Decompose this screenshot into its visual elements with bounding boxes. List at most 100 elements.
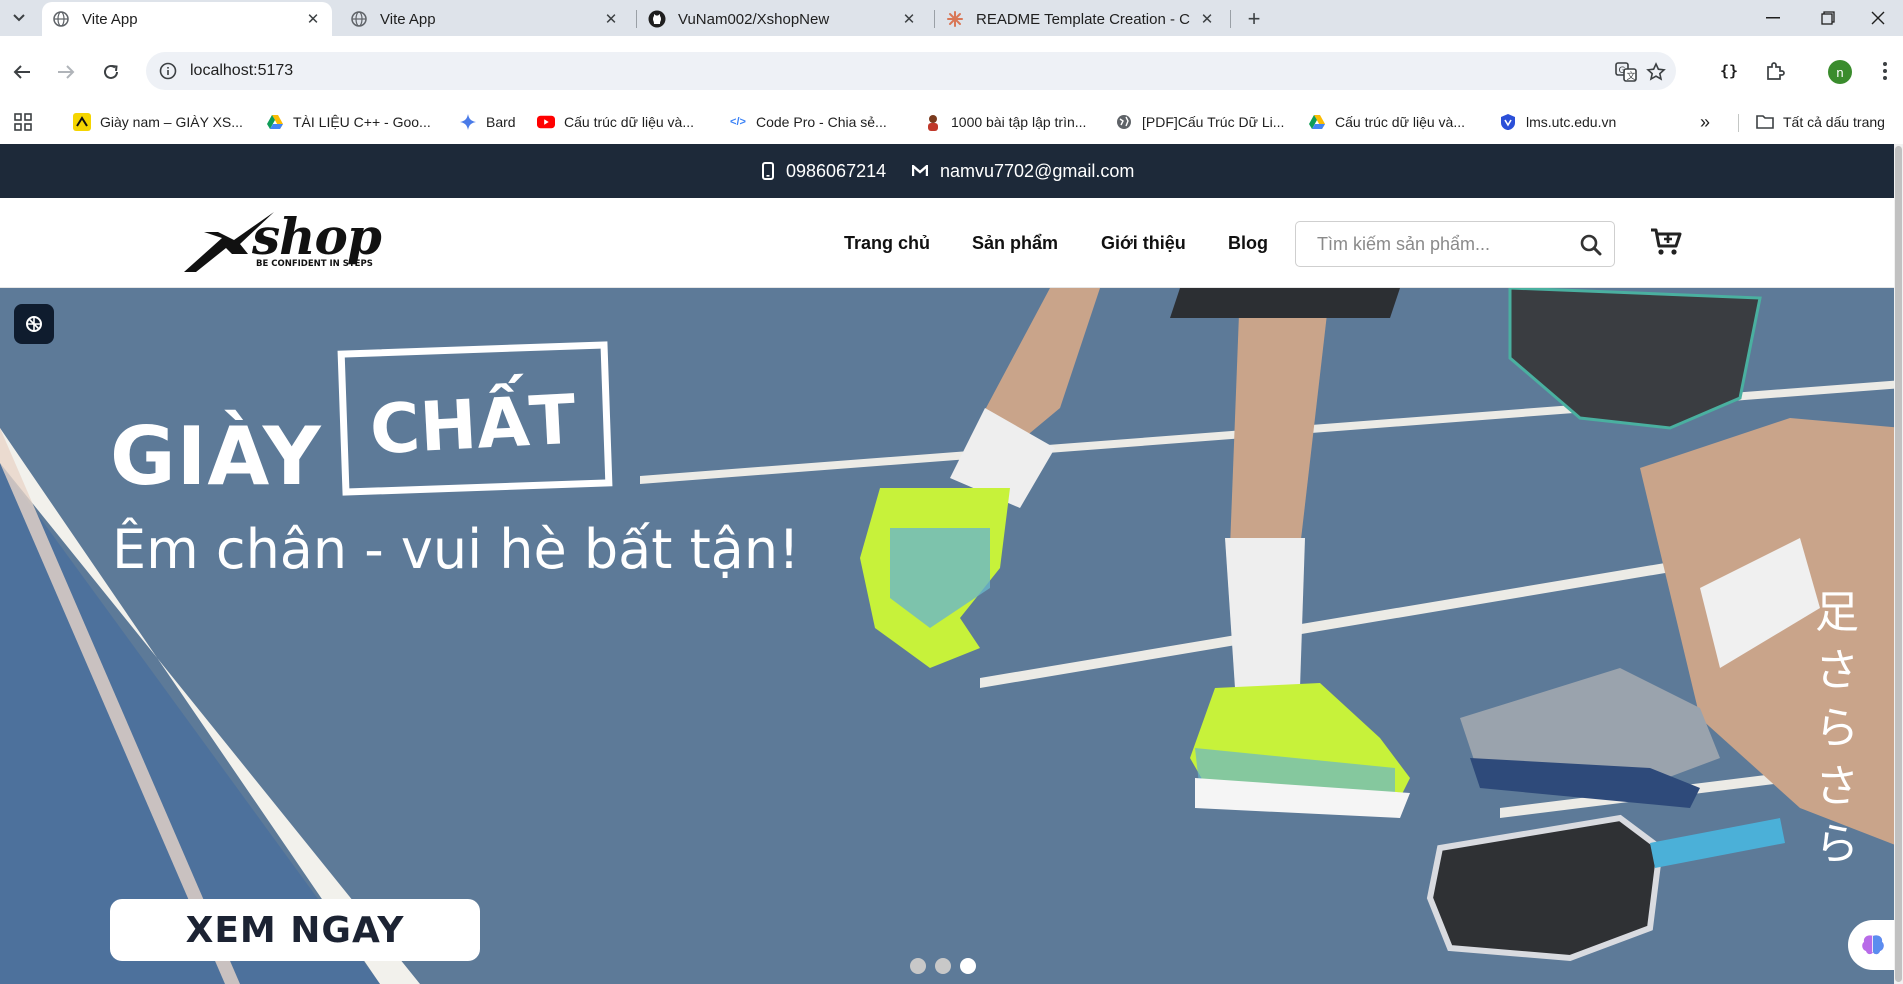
- bookmark-bard[interactable]: Bard: [459, 110, 516, 134]
- phone-number: 0986067214: [786, 160, 887, 181]
- contact-phone[interactable]: 0986067214: [762, 144, 886, 198]
- close-tab-icon[interactable]: ✕: [900, 10, 918, 28]
- bookmark-cau-truc-drive[interactable]: Cấu trúc dữ liệu và...: [1308, 110, 1465, 134]
- new-tab-button[interactable]: +: [1240, 5, 1268, 33]
- hero-subtitle: Êm chân - vui hè bất tận!: [112, 518, 800, 581]
- minimize-button[interactable]: [1745, 0, 1801, 36]
- slider-dot-1[interactable]: [910, 958, 926, 974]
- bookmark-label: Code Pro - Chia sẻ...: [756, 114, 887, 130]
- slider-dot-3-active[interactable]: [960, 958, 976, 974]
- bookmark-label: TÀI LIỆU C++ - Goo...: [293, 114, 431, 130]
- nav-about[interactable]: Giới thiệu: [1101, 198, 1186, 288]
- bookmark-label: Bard: [486, 114, 516, 130]
- xshop-logo[interactable]: shop BE CONFIDENT IN STEPS: [182, 207, 406, 276]
- tab-readme-template[interactable]: README Template Creation - C ✕: [936, 2, 1226, 36]
- bookmark-pdf-cau-truc[interactable]: [PDF]Cấu Trúc Dữ Li...: [1115, 110, 1284, 134]
- slider-dot-2[interactable]: [935, 958, 951, 974]
- forward-button[interactable]: [50, 56, 82, 88]
- contact-topbar: 0986067214 namvu7702@gmail.com: [0, 144, 1903, 198]
- close-tab-icon[interactable]: ✕: [1198, 10, 1216, 28]
- ai-assistant-button[interactable]: [1848, 920, 1898, 970]
- more-bookmarks-chevron-icon[interactable]: »: [1700, 110, 1710, 134]
- brain-color-icon: [1862, 935, 1884, 955]
- github-icon: [648, 10, 666, 28]
- bookmark-cau-truc-youtube[interactable]: Cấu trúc dữ liệu và...: [537, 110, 694, 134]
- close-window-button[interactable]: [1850, 0, 1903, 36]
- url-text: localhost:5173: [190, 62, 294, 79]
- arrow-left-icon: [13, 65, 30, 79]
- bookmark-giay-nam[interactable]: Giày nam – GIÀY XS...: [73, 110, 243, 134]
- reload-button[interactable]: [95, 56, 127, 88]
- globe-icon: [1115, 113, 1133, 131]
- page-scrollbar[interactable]: [1894, 144, 1903, 984]
- reload-icon: [104, 64, 118, 79]
- close-tab-icon[interactable]: ✕: [304, 10, 322, 28]
- bookmark-lms-utc[interactable]: lms.utc.edu.vn: [1499, 110, 1616, 134]
- cart-icon[interactable]: [1648, 224, 1684, 260]
- profile-avatar[interactable]: n: [1828, 60, 1852, 84]
- contact-email[interactable]: namvu7702@gmail.com: [912, 144, 1134, 198]
- bookmark-label: Cấu trúc dữ liệu và...: [1335, 114, 1465, 130]
- extensions-puzzle-icon[interactable]: [1760, 56, 1790, 86]
- bookmark-star-icon[interactable]: [1644, 60, 1668, 84]
- apps-grid-icon[interactable]: [14, 110, 32, 134]
- hero-title-word: GIÀY: [110, 410, 322, 503]
- folder-icon: [1756, 113, 1774, 131]
- brain-widget-button[interactable]: [14, 304, 54, 344]
- bookmark-label: lms.utc.edu.vn: [1526, 114, 1617, 130]
- all-bookmarks-folder[interactable]: Tất cả dấu trang: [1756, 110, 1885, 134]
- close-icon: [1871, 11, 1885, 25]
- chevron-down-icon: [13, 14, 25, 22]
- tab-divider: [636, 10, 637, 28]
- hero-boxed-word: CHẤT: [368, 380, 578, 471]
- json-extension-icon[interactable]: {}: [1714, 56, 1744, 86]
- bookmark-code-pro[interactable]: </> Code Pro - Chia sẻ...: [729, 110, 887, 134]
- browser-toolbar: localhost:5173 G文 {} n: [0, 36, 1903, 108]
- scrollbar-thumb[interactable]: [1895, 146, 1902, 982]
- site-info-icon[interactable]: [156, 59, 180, 83]
- bookmark-tai-lieu-cpp[interactable]: TÀI LIỆU C++ - Goo...: [266, 110, 431, 134]
- minimize-icon: [1766, 17, 1780, 19]
- google-drive-icon: [266, 113, 284, 131]
- bookmark-1000-bai-tap[interactable]: 1000 bài tập lập trìn...: [924, 110, 1086, 134]
- bookmark-label: Tất cả dấu trang: [1783, 114, 1885, 130]
- tab-divider: [934, 10, 935, 28]
- restore-button[interactable]: [1800, 0, 1856, 36]
- xshop-favicon: [73, 113, 91, 131]
- svg-text:文: 文: [1627, 70, 1636, 82]
- search-icon[interactable]: [1578, 232, 1604, 258]
- more-menu-icon[interactable]: [1870, 56, 1900, 86]
- globe-icon: [52, 10, 70, 28]
- tab-vite-app-active[interactable]: Vite App ✕: [42, 2, 332, 36]
- close-tab-icon[interactable]: ✕: [602, 10, 620, 28]
- back-button[interactable]: [6, 56, 38, 88]
- tab-title: VuNam002/XshopNew: [678, 10, 830, 28]
- tab-title: README Template Creation - C: [976, 10, 1190, 28]
- nav-products[interactable]: Sản phẩm: [972, 198, 1058, 288]
- tab-github-xshopnew[interactable]: VuNam002/XshopNew ✕: [638, 2, 928, 36]
- address-bar[interactable]: localhost:5173 G文: [146, 52, 1676, 90]
- tab-vite-app[interactable]: Vite App ✕: [340, 2, 630, 36]
- phone-icon: [762, 162, 774, 180]
- tab-title: Vite App: [82, 10, 138, 28]
- site-header: shop BE CONFIDENT IN STEPS Trang chủ Sản…: [0, 198, 1903, 288]
- avatar-icon: [924, 113, 942, 131]
- youtube-icon: [537, 113, 555, 131]
- nav-blog[interactable]: Blog: [1228, 198, 1268, 288]
- bookmark-label: Cấu trúc dữ liệu và...: [564, 114, 694, 130]
- claude-icon: [946, 10, 964, 28]
- tab-search-button[interactable]: [6, 6, 32, 30]
- translate-icon[interactable]: G文: [1614, 60, 1638, 84]
- code-icon: </>: [730, 116, 746, 128]
- hero-background-image: [0, 288, 1903, 984]
- bookmark-divider: [1738, 114, 1739, 132]
- shop-now-button[interactable]: XEM NGAY: [110, 899, 480, 961]
- browser-tab-strip: Vite App ✕ Vite App ✕ VuNam002/XshopNew …: [0, 0, 1903, 36]
- bard-icon: [459, 113, 477, 131]
- tab-title: Vite App: [380, 10, 436, 28]
- globe-icon: [350, 10, 368, 28]
- search-input[interactable]: [1297, 223, 1567, 265]
- bookmark-label: [PDF]Cấu Trúc Dữ Li...: [1142, 114, 1285, 130]
- nav-home[interactable]: Trang chủ: [844, 198, 930, 288]
- bookmark-label: Giày nam – GIÀY XS...: [100, 114, 243, 130]
